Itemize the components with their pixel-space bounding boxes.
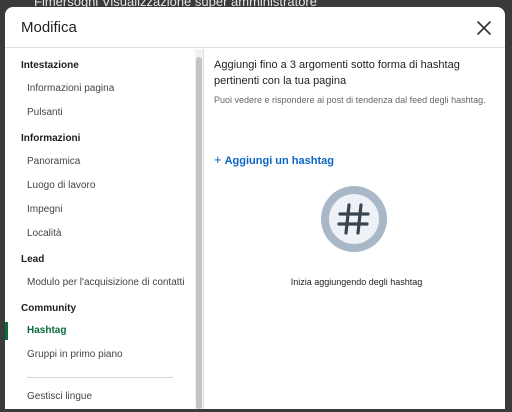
hashtag-icon xyxy=(321,186,387,252)
close-button[interactable] xyxy=(475,19,493,37)
edit-modal: Modifica Intestazione Informazioni pagin… xyxy=(5,7,505,409)
modal-header: Modifica xyxy=(5,7,505,48)
empty-state-text: Inizia aggiungendo degli hashtag xyxy=(290,277,423,287)
section-title-lead: Lead xyxy=(21,254,45,265)
sidebar-item-panoramica[interactable]: Panoramica xyxy=(5,151,195,173)
panel-heading: Aggiungi fino a 3 argomenti sotto forma … xyxy=(214,59,460,87)
modal-title: Modifica xyxy=(21,19,77,36)
section-title-intestazione: Intestazione xyxy=(21,60,79,71)
add-hashtag-label: Aggiungi un hashtag xyxy=(224,155,334,167)
hashtag-panel: Aggiungi fino a 3 argomenti sotto forma … xyxy=(214,57,499,407)
sidebar-divider xyxy=(27,377,173,378)
section-title-community: Community xyxy=(21,303,76,314)
sidebar-item-informazioni-pagina[interactable]: Informazioni pagina xyxy=(5,78,195,100)
sidebar-item-luogo-di-lavoro[interactable]: Luogo di lavoro xyxy=(5,175,195,197)
sidebar-item-pulsanti[interactable]: Pulsanti xyxy=(5,102,195,124)
sidebar-nav: Intestazione Informazioni pagina Pulsant… xyxy=(5,49,201,409)
sidebar-item-modulo-contatti[interactable]: Modulo per l'acquisizione di contatti xyxy=(5,272,195,294)
sidebar-item-gruppi-in-primo-piano[interactable]: Gruppi in primo piano xyxy=(5,344,195,366)
section-title-informazioni: Informazioni xyxy=(21,133,81,144)
plus-icon: + xyxy=(214,152,222,167)
sidebar-scrollbar-thumb[interactable] xyxy=(196,57,202,409)
sidebar-item-hashtag[interactable]: Hashtag xyxy=(5,320,195,342)
content-divider xyxy=(203,49,204,409)
sidebar-item-gestisci-lingue[interactable]: Gestisci lingue xyxy=(5,386,195,408)
hashtag-illustration xyxy=(320,185,388,253)
sidebar-item-localita[interactable]: Località xyxy=(5,223,195,245)
close-icon xyxy=(477,21,491,35)
sidebar-item-impegni[interactable]: Impegni xyxy=(5,199,195,221)
panel-description: Puoi vedere e rispondere ai post di tend… xyxy=(214,95,486,105)
add-hashtag-button[interactable]: + Aggiungi un hashtag xyxy=(214,152,334,167)
